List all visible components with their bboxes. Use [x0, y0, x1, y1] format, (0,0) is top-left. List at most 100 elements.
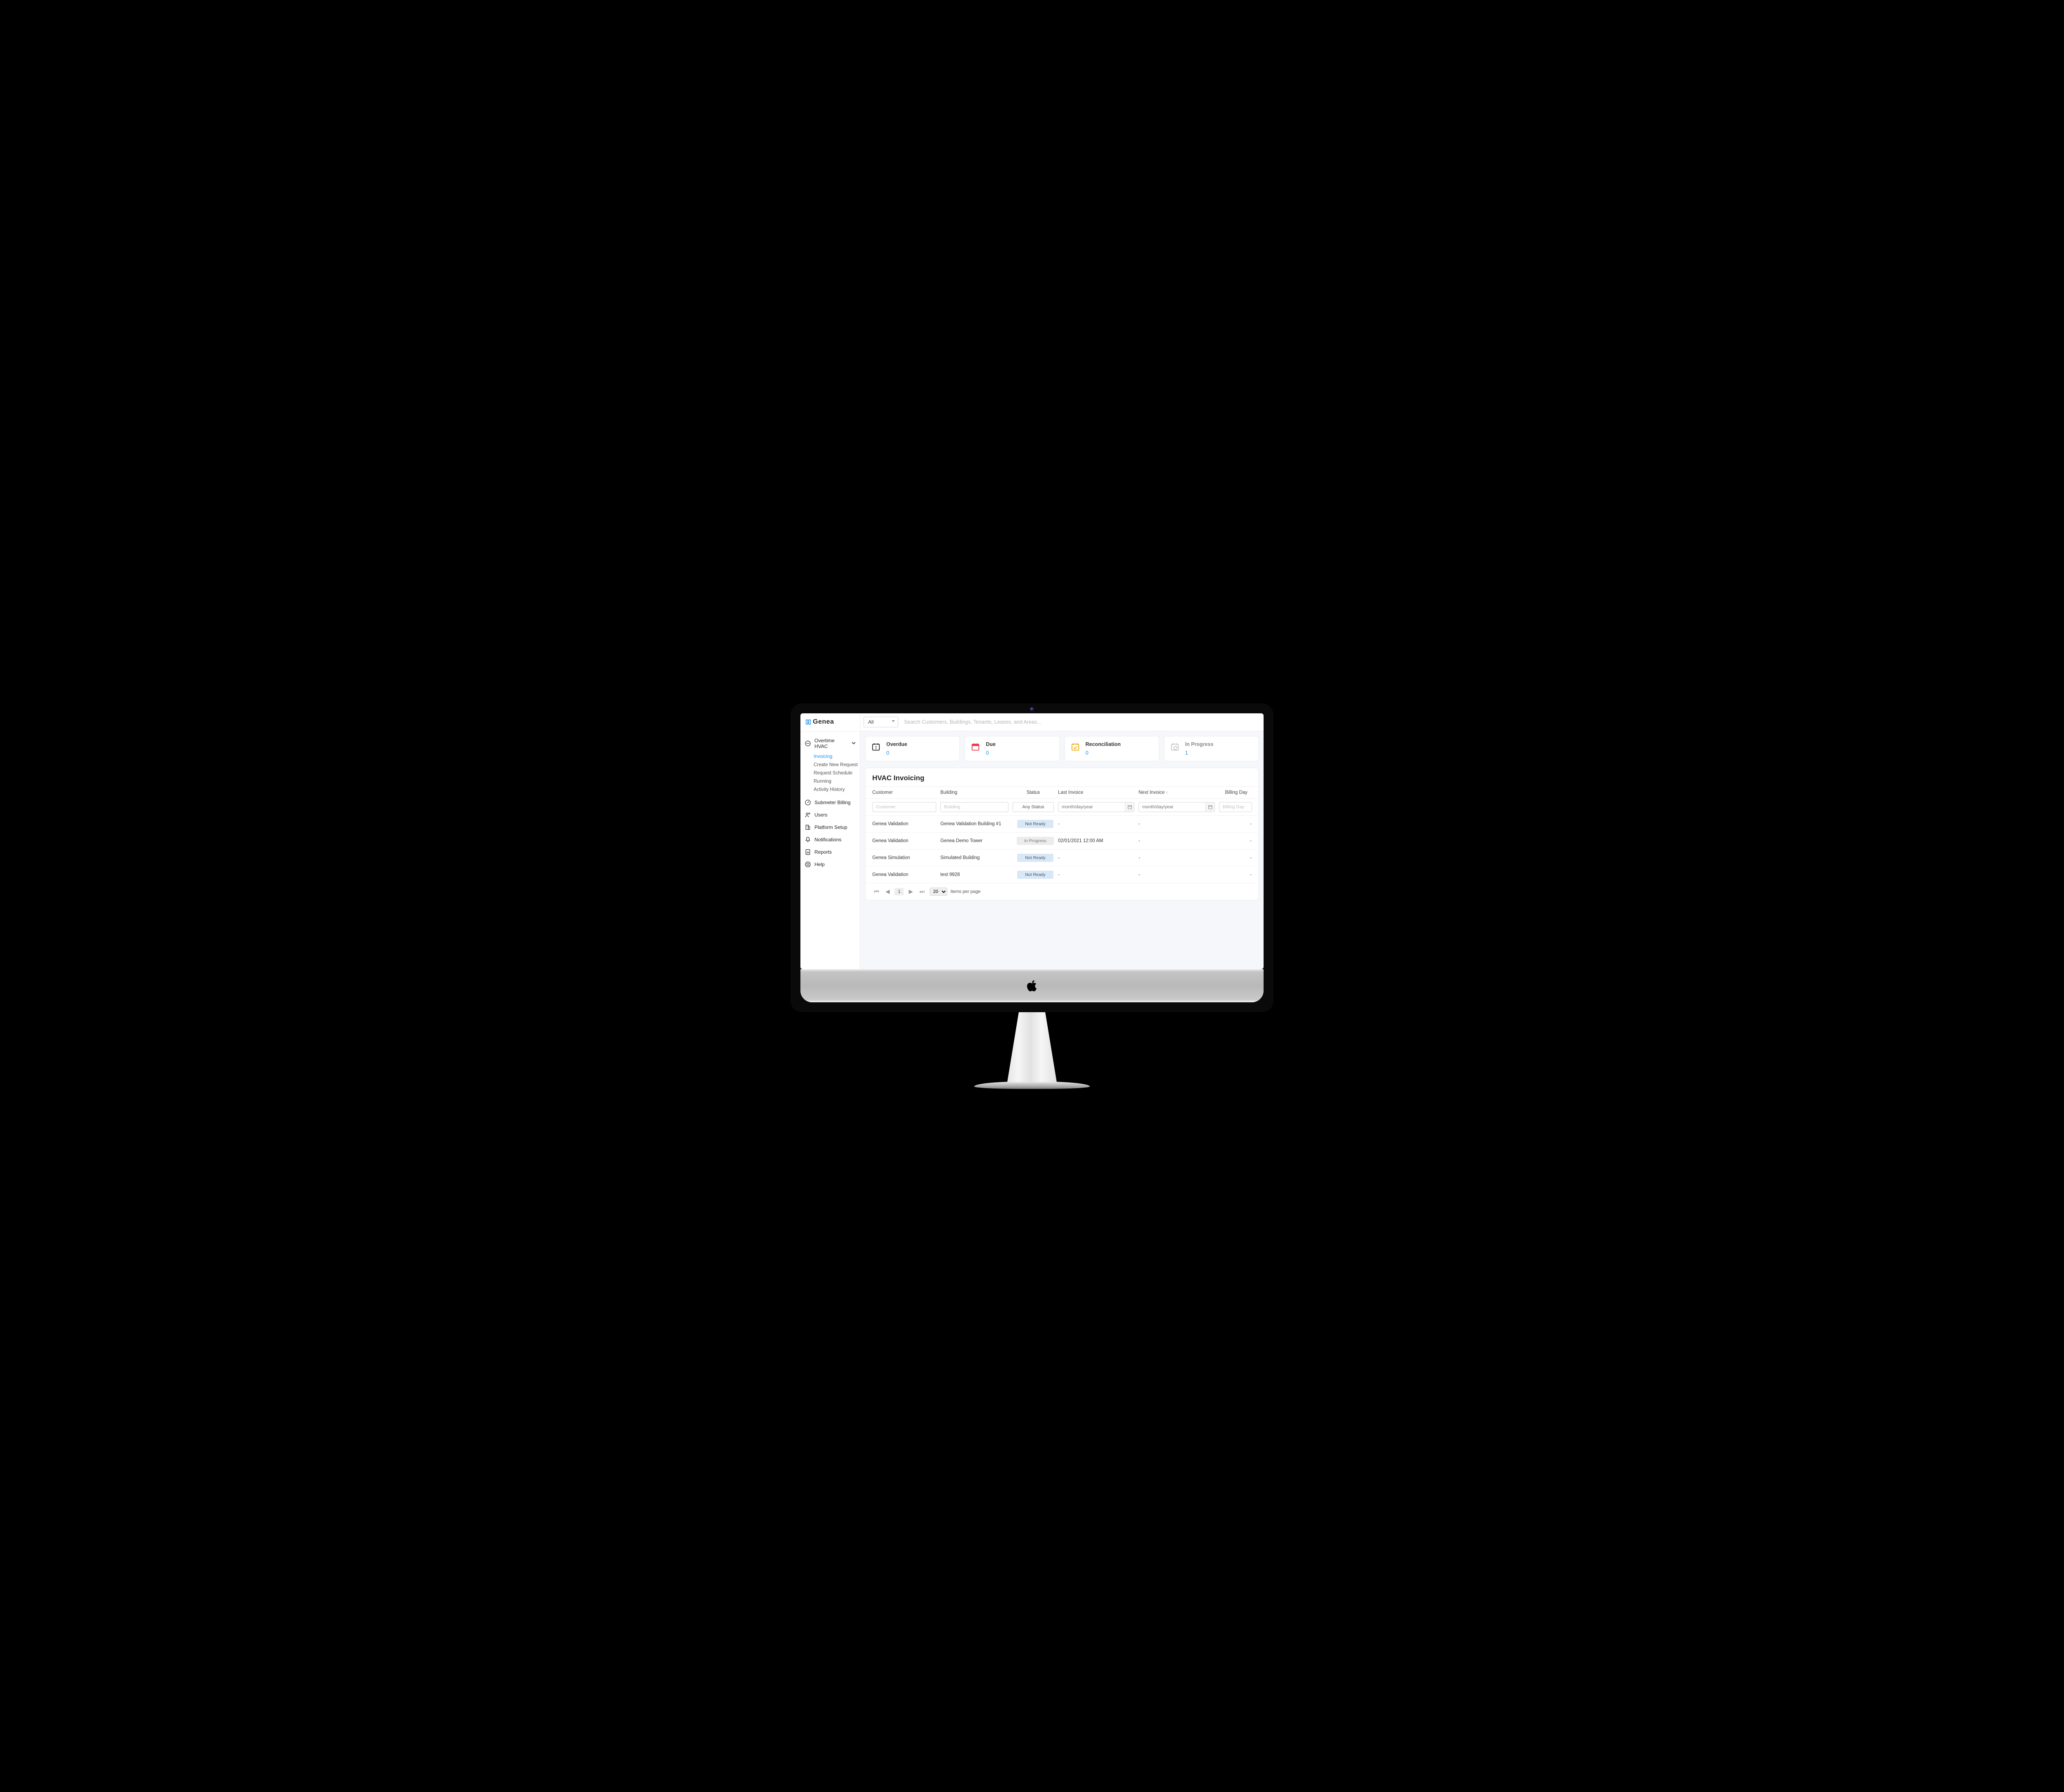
cell-billing-day: -: [1219, 872, 1252, 877]
status-badge: Not Ready: [1017, 871, 1053, 879]
brand-name: Genea: [813, 718, 834, 726]
cell-next-invoice: -: [1139, 872, 1219, 877]
sidebar-item-label: Submeter Billing: [814, 800, 850, 805]
topbar: All: [860, 713, 1264, 731]
sidebar-item-notifications[interactable]: Notifications: [800, 833, 860, 846]
filter-last-date[interactable]: [1058, 802, 1134, 812]
brand-logo[interactable]: Genea: [800, 717, 860, 732]
cell-last-invoice: -: [1058, 821, 1139, 826]
sidebar-item-users[interactable]: Users: [800, 809, 860, 821]
filter-billing-day-input[interactable]: [1219, 802, 1252, 812]
imac-mockup: Genea Overtime HVAC Invoicing Create New…: [791, 703, 1273, 1089]
cell-customer: Genea Validation: [872, 821, 940, 826]
card-value: 0: [986, 750, 996, 756]
table-header: Customer Building Status Last Invoice Ne…: [866, 786, 1258, 799]
cell-last-invoice: -: [1058, 855, 1139, 860]
sidebar-group-overtime-hvac[interactable]: Overtime HVAC: [800, 735, 860, 752]
th-next-invoice[interactable]: Next Invoice↑: [1139, 790, 1219, 795]
card-title: Overdue: [886, 741, 907, 747]
sidebar-item-reports[interactable]: Reports: [800, 846, 860, 858]
status-badge: In Progress: [1017, 837, 1054, 845]
filter-next-date[interactable]: [1139, 802, 1215, 812]
card-value: 0: [1086, 750, 1121, 756]
th-status[interactable]: Status: [1013, 790, 1058, 795]
table-row[interactable]: Genea ValidationGenea Validation Buildin…: [866, 815, 1258, 832]
card-in-progress[interactable]: In Progress 1: [1164, 736, 1259, 761]
monitor-stand-base: [974, 1082, 1090, 1089]
table-row[interactable]: Genea SimulationSimulated BuildingNot Re…: [866, 849, 1258, 866]
status-badge: Not Ready: [1017, 854, 1053, 862]
cell-customer: Genea Validation: [872, 838, 940, 843]
card-value: 0: [886, 750, 907, 756]
sidebar-subitem-invoicing[interactable]: Invoicing: [814, 753, 860, 761]
sidebar-item-label: Reports: [814, 849, 832, 855]
pager-current-page: 1: [895, 888, 904, 895]
monitor-bezel: Genea Overtime HVAC Invoicing Create New…: [791, 703, 1273, 1012]
th-last-invoice[interactable]: Last Invoice: [1058, 790, 1139, 795]
content: Overdue 0 Due 0: [860, 731, 1264, 905]
hvac-icon: [805, 740, 811, 747]
camera-icon: [1030, 708, 1034, 711]
table-row[interactable]: Genea ValidationGenea Demo TowerIn Progr…: [866, 832, 1258, 849]
card-title: Reconciliation: [1086, 741, 1121, 747]
sidebar-item-help[interactable]: Help: [800, 858, 860, 871]
sidebar-subitem-activity-history[interactable]: Activity History: [814, 786, 860, 794]
pager-first-button[interactable]: ⏮: [872, 888, 881, 896]
calendar-icon[interactable]: [1125, 802, 1134, 812]
card-reconciliation[interactable]: Reconciliation 0: [1065, 736, 1159, 761]
sidebar-group-label: Overtime HVAC: [814, 738, 848, 749]
card-value: 1: [1185, 750, 1214, 756]
filter-building-input[interactable]: [940, 802, 1008, 812]
pager-next-button[interactable]: ▶: [907, 888, 914, 896]
panel-title: HVAC Invoicing: [866, 768, 1258, 786]
calendar-icon[interactable]: [1205, 802, 1214, 812]
cell-status: In Progress: [1013, 837, 1058, 845]
cell-next-invoice: -: [1139, 855, 1219, 860]
cell-billing-day: -: [1219, 838, 1252, 843]
th-customer[interactable]: Customer: [872, 790, 940, 795]
card-overdue[interactable]: Overdue 0: [865, 736, 960, 761]
cell-last-invoice: -: [1058, 872, 1139, 877]
card-due[interactable]: Due 0: [965, 736, 1059, 761]
pager-last-button[interactable]: ⏭: [918, 888, 926, 896]
calendar-progress-icon: [1170, 742, 1179, 751]
scope-select[interactable]: All: [864, 717, 898, 727]
cell-customer: Genea Validation: [872, 872, 940, 877]
pager-prev-button[interactable]: ◀: [884, 888, 891, 896]
table-row[interactable]: Genea Validationtest 9928Not Ready---: [866, 866, 1258, 883]
search-input[interactable]: [902, 717, 1259, 727]
filter-status-select[interactable]: Any Status: [1013, 802, 1054, 812]
invoicing-panel: HVAC Invoicing Customer Building Status …: [865, 768, 1259, 900]
th-building[interactable]: Building: [940, 790, 1013, 795]
sidebar-item-label: Platform Setup: [814, 824, 847, 830]
sidebar-subitem-create-new-request[interactable]: Create New Request: [814, 761, 860, 769]
th-billing-day[interactable]: Billing Day: [1219, 790, 1252, 795]
sidebar-subitem-request-schedule[interactable]: Request Schedule: [814, 769, 860, 777]
summary-cards: Overdue 0 Due 0: [865, 736, 1259, 761]
sidebar-item-platform-setup[interactable]: Platform Setup: [800, 821, 860, 833]
sort-asc-icon: ↑: [1166, 791, 1168, 795]
table-body: Genea ValidationGenea Validation Buildin…: [866, 815, 1258, 883]
calendar-alert-icon: [871, 742, 881, 751]
cell-status: Not Ready: [1013, 854, 1058, 862]
bell-icon: [805, 836, 811, 843]
sidebar: Genea Overtime HVAC Invoicing Create New…: [800, 713, 860, 969]
cell-building: Genea Validation Building #1: [940, 821, 1013, 826]
cell-status: Not Ready: [1013, 871, 1058, 879]
cell-next-invoice: -: [1139, 821, 1219, 826]
sidebar-subitem-running[interactable]: Running: [814, 777, 860, 786]
pager-page-size-select[interactable]: 20: [930, 888, 947, 896]
calendar-check-icon: [1071, 742, 1080, 751]
report-icon: [805, 849, 811, 855]
sidebar-item-submeter-billing[interactable]: Submeter Billing: [800, 796, 860, 809]
status-badge: Not Ready: [1017, 820, 1053, 828]
sidebar-subnav: Invoicing Create New Request Request Sch…: [800, 752, 860, 796]
building-icon: [805, 824, 811, 831]
scope-select-value: All: [868, 719, 873, 725]
pager-label: items per page: [951, 889, 981, 894]
filter-customer-input[interactable]: [872, 802, 936, 812]
monitor-chin: [800, 969, 1264, 1002]
caret-down-icon: [892, 720, 895, 724]
logo-mark-icon: [805, 719, 811, 725]
users-icon: [805, 812, 811, 818]
